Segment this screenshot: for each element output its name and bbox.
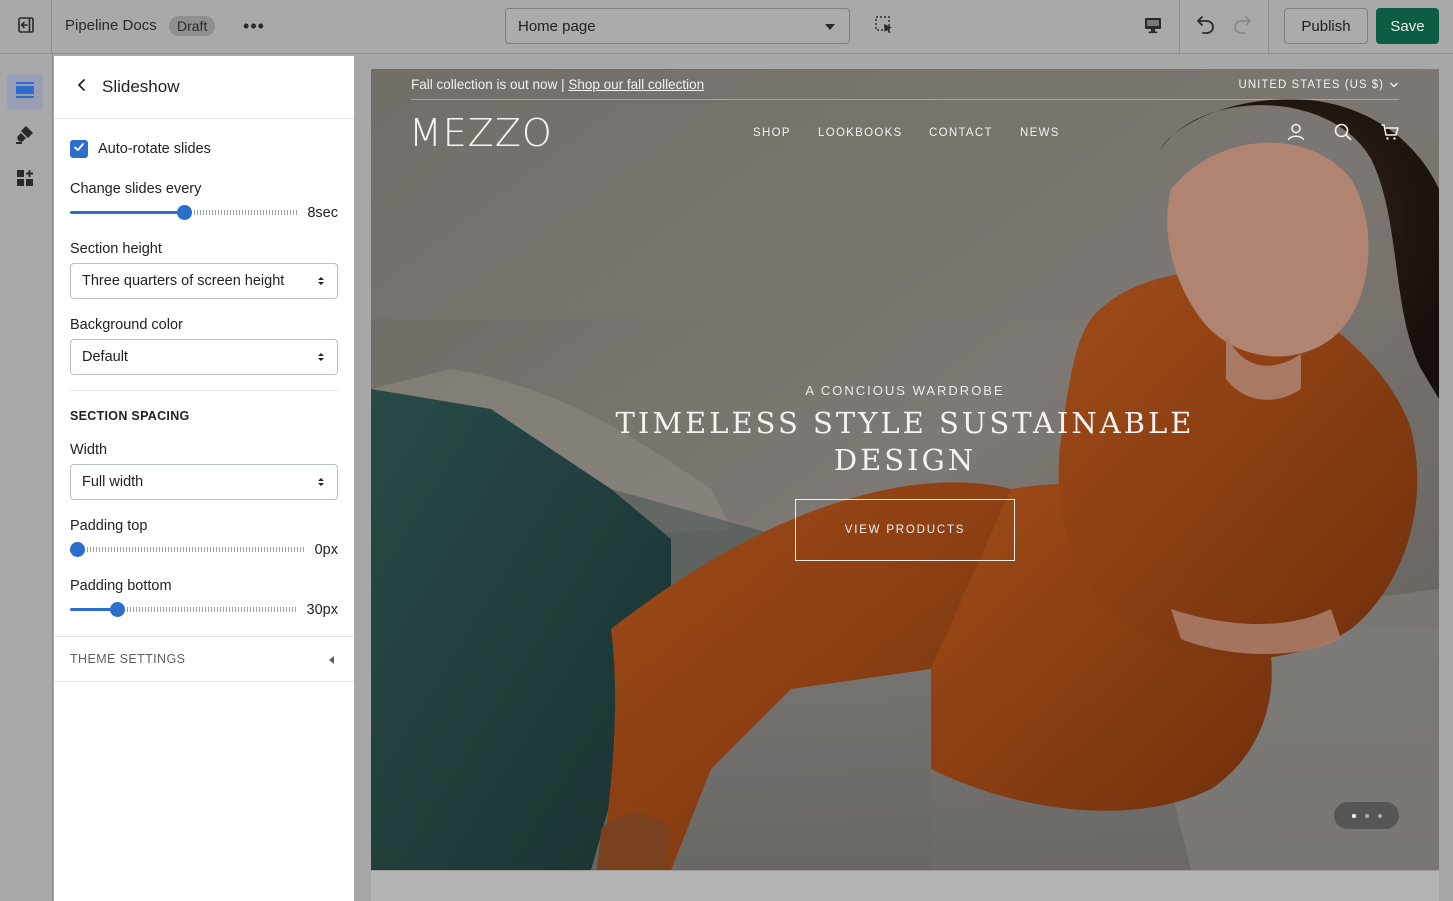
slider-thumb[interactable] [70, 542, 85, 557]
editor-topbar: Pipeline Docs Draft ••• Home page Publis… [0, 0, 1453, 54]
back-button[interactable] [72, 77, 92, 97]
desktop-icon [1142, 14, 1164, 41]
sections-icon [14, 79, 36, 106]
more-icon: ••• [243, 15, 265, 36]
status-badge: Draft [169, 16, 216, 36]
cart-button[interactable] [1379, 123, 1401, 145]
account-button[interactable] [1285, 123, 1307, 145]
next-section-preview [371, 870, 1439, 901]
auto-rotate-label: Auto-rotate slides [98, 141, 211, 157]
hero-eyebrow: A CONCIOUS WARDROBE [805, 383, 1005, 398]
publish-button[interactable]: Publish [1284, 8, 1368, 44]
storefront-preview[interactable]: Fall collection is out now | Shop our fa… [371, 69, 1439, 870]
slider-thumb[interactable] [177, 205, 192, 220]
change-slides-slider[interactable] [70, 204, 298, 220]
search-icon [1333, 122, 1353, 147]
theme-brush-icon [14, 123, 36, 150]
auto-rotate-checkbox[interactable] [70, 140, 88, 158]
undo-icon [1194, 12, 1218, 41]
slider-track [127, 607, 298, 612]
store-logo[interactable]: MEZZO [409, 111, 553, 155]
device-preview-button[interactable] [1138, 12, 1168, 42]
view-products-button[interactable]: VIEW PRODUCTS [795, 499, 1015, 561]
padding-bottom-label: Padding bottom [70, 578, 172, 594]
announcement-text: Fall collection is out now | [411, 77, 569, 92]
background-color-value: Default [82, 349, 128, 365]
caret-left-icon [329, 656, 334, 664]
checkmark-icon [73, 140, 85, 158]
search-button[interactable] [1332, 123, 1354, 145]
theme-settings-tab[interactable] [7, 118, 43, 154]
slide-dot-3[interactable] [1377, 813, 1382, 818]
hero-headline: TIMELESS STYLE SUSTAINABLE DESIGN [615, 406, 1195, 477]
theme-settings-label: THEME SETTINGS [70, 652, 186, 666]
slider-track [87, 547, 306, 552]
select-cursor-icon [873, 14, 895, 41]
padding-bottom-slider[interactable] [70, 601, 298, 617]
background-color-select[interactable]: Default [70, 339, 338, 375]
inspector-button[interactable] [870, 12, 898, 42]
panel-header: Slideshow [54, 56, 354, 119]
store-name: Pipeline Docs [65, 17, 157, 34]
section-height-select[interactable]: Three quarters of screen height [70, 263, 338, 299]
sections-tab[interactable] [7, 74, 43, 110]
padding-top-label: Padding top [70, 518, 148, 534]
exit-editor-button[interactable] [0, 0, 52, 54]
page-selector-value: Home page [518, 17, 596, 35]
nav-link-news[interactable]: NEWS [1020, 127, 1060, 139]
width-value: Full width [82, 474, 144, 490]
country-selector[interactable]: UNITED STATES (US $) [1239, 79, 1399, 91]
announcement-bar: Fall collection is out now | Shop our fa… [411, 77, 704, 92]
change-slides-value: 8sec [307, 205, 338, 221]
nav-link-lookbooks[interactable]: LOOKBOOKS [818, 127, 903, 139]
redo-button[interactable] [1228, 12, 1256, 40]
undo-button[interactable] [1192, 12, 1220, 40]
auto-rotate-setting: Auto-rotate slides [70, 140, 211, 158]
more-actions-button[interactable]: ••• [240, 12, 268, 40]
caret-down-icon [825, 24, 835, 30]
cart-icon [1380, 122, 1400, 147]
chevron-left-icon [75, 78, 89, 97]
app-blocks-tab[interactable] [7, 162, 43, 198]
change-slides-label: Change slides every [70, 181, 202, 197]
width-select[interactable]: Full width [70, 464, 338, 500]
toolbar-divider [1268, 0, 1269, 54]
announcement-link[interactable]: Shop our fall collection [568, 77, 704, 92]
panel-divider [70, 390, 338, 391]
width-label: Width [70, 442, 108, 458]
section-spacing-heading: SECTION SPACING [70, 409, 190, 423]
chevron-down-icon [1390, 82, 1398, 88]
nav-link-shop[interactable]: SHOP [753, 127, 791, 139]
padding-top-slider[interactable] [70, 541, 306, 557]
padding-top-value: 0px [314, 542, 338, 558]
app-blocks-icon [14, 167, 36, 194]
panel-title: Slideshow [102, 77, 180, 96]
slideshow-pagination [1334, 802, 1399, 829]
theme-settings-row[interactable]: THEME SETTINGS [54, 636, 354, 682]
save-button[interactable]: Save [1376, 8, 1439, 44]
background-color-label: Background color [70, 317, 183, 333]
select-arrows-icon [318, 277, 324, 285]
slider-fill [70, 211, 184, 214]
exit-icon [16, 15, 36, 40]
redo-icon [1230, 12, 1254, 41]
announcement-divider [411, 99, 1399, 100]
slider-track [194, 210, 298, 215]
select-arrows-icon [318, 353, 324, 361]
padding-bottom-value: 30px [306, 602, 338, 618]
country-value: UNITED STATES (US $) [1238, 79, 1384, 91]
nav-link-contact[interactable]: CONTACT [929, 127, 993, 139]
page-selector[interactable]: Home page [505, 8, 850, 44]
section-settings-panel: Slideshow Auto-rotate slides Change slid… [54, 56, 354, 901]
editor-sidebar-rail [0, 54, 53, 901]
section-height-value: Three quarters of screen height [82, 273, 285, 289]
slider-thumb[interactable] [110, 602, 125, 617]
account-icon [1286, 122, 1306, 147]
toolbar-divider [1179, 0, 1180, 54]
slide-dot-1[interactable] [1351, 813, 1356, 818]
section-height-label: Section height [70, 241, 162, 257]
select-arrows-icon [318, 478, 324, 486]
slide-dot-2[interactable] [1364, 813, 1369, 818]
